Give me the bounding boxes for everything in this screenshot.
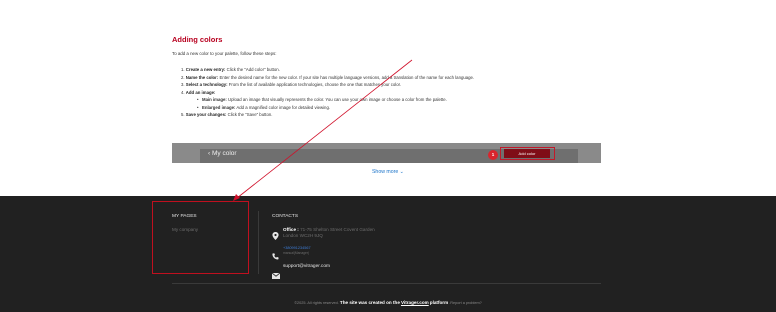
step-item: 5. Save your changes: Click the "Save" b… bbox=[181, 112, 273, 117]
mail-icon bbox=[271, 266, 281, 284]
show-more-link[interactable]: Show more ⌄ bbox=[0, 169, 776, 175]
steps-list: 1. Create a new entry: Click the "Add co… bbox=[172, 66, 474, 119]
section-heading: Adding colors bbox=[172, 35, 223, 44]
intro-text: To add a new color to your palette, foll… bbox=[172, 51, 277, 56]
step-item: 1. Create a new entry: Click the "Add co… bbox=[181, 67, 280, 72]
step-item: 4. Add an image: bbox=[181, 89, 216, 95]
highlight-frame bbox=[152, 201, 249, 274]
report-problem-link[interactable]: .Report a problem? bbox=[449, 301, 482, 305]
my-company-link[interactable]: My company bbox=[172, 227, 198, 232]
step-badge: 1 bbox=[488, 150, 498, 160]
phone-note: manual(Manager) bbox=[283, 251, 310, 255]
step-item: 3. Select a technology: From the list of… bbox=[181, 82, 402, 87]
contacts-title: CONTACTS bbox=[272, 214, 299, 219]
chevron-down-icon: ⌄ bbox=[399, 169, 405, 175]
footer: MY PAGES My company CONTACTS Office : 71… bbox=[0, 196, 776, 312]
phone-icon bbox=[272, 247, 279, 265]
divider bbox=[258, 211, 259, 274]
location-pin-icon bbox=[272, 227, 279, 245]
substep-item: • Enlarged image: Add a magnified color i… bbox=[197, 104, 331, 110]
office-address-line2: London WC2H 9JQ bbox=[283, 233, 323, 238]
add-color-button: Add color bbox=[504, 149, 550, 158]
phone-link[interactable]: +380991234567 bbox=[283, 246, 311, 250]
copyright-line: ©2025. All rights reserved. The site was… bbox=[294, 300, 482, 305]
divider bbox=[172, 283, 601, 284]
back-link: ‹ My color bbox=[208, 150, 237, 157]
email-link[interactable]: support@vitrager.com bbox=[283, 264, 330, 269]
substep-item: • Main image: Upload an image that visual… bbox=[197, 97, 447, 102]
screenshot-banner: ‹ My color 1 Add color bbox=[172, 143, 601, 163]
office-address: Office : 71-75 Shelton Street Covent Gar… bbox=[283, 227, 375, 232]
step-item: 2. Name the color: Enter the desired nam… bbox=[181, 74, 475, 80]
my-pages-title: MY PAGES bbox=[172, 214, 197, 219]
article: Adding colors To add a new color to your… bbox=[172, 0, 612, 196]
vitrager-link[interactable]: Vitrager.com bbox=[401, 300, 429, 305]
